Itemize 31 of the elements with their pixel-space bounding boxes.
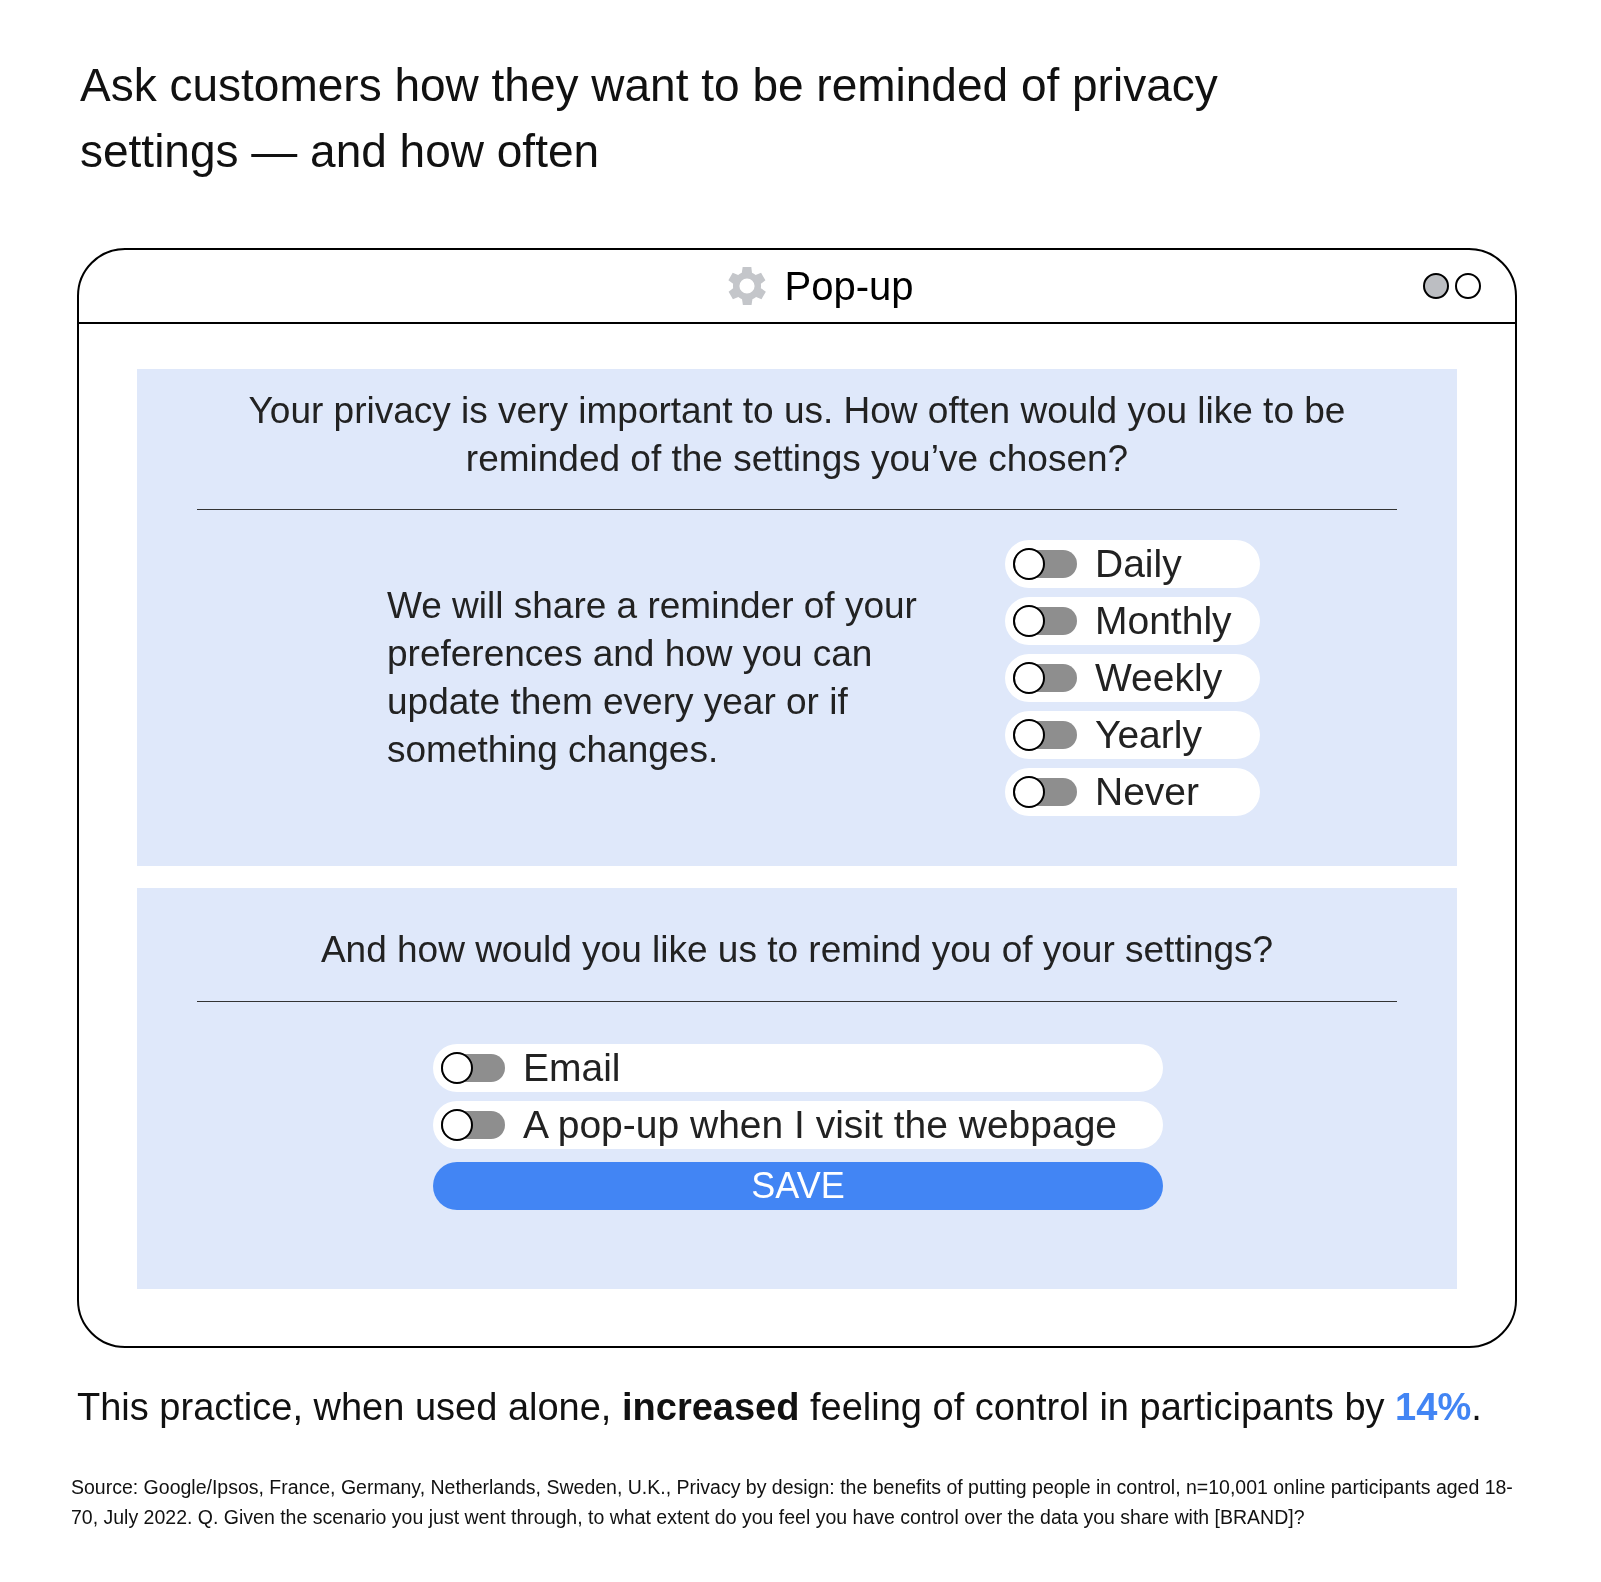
option-label: Yearly xyxy=(1095,711,1202,758)
toggle-switch[interactable] xyxy=(441,1054,505,1082)
toggle-option[interactable]: Never xyxy=(1005,768,1260,816)
option-label: Daily xyxy=(1095,540,1182,587)
toggle-switch[interactable] xyxy=(1013,550,1077,578)
toggle-switch[interactable] xyxy=(441,1111,505,1139)
option-label: Weekly xyxy=(1095,654,1223,701)
toggle-switch[interactable] xyxy=(1013,778,1077,806)
toggle-option[interactable]: Monthly xyxy=(1005,597,1260,645)
question-text: Your privacy is very important to us. How often would you like to be reminded of the settings you’ve chosen? xyxy=(197,387,1397,510)
toggle-option[interactable]: Daily xyxy=(1005,540,1260,588)
toggle-option[interactable]: Email xyxy=(433,1044,1163,1092)
toggle-switch[interactable] xyxy=(1013,721,1077,749)
finding-sentence: This practice, when used alone, increased feeling of control in participants by 14%. xyxy=(77,1385,1483,1430)
toggle-switch[interactable] xyxy=(1013,607,1077,635)
toggle-switch[interactable] xyxy=(1013,664,1077,692)
question-text: And how would you like us to remind you of your settings? xyxy=(197,926,1397,1002)
toggle-option[interactable]: A pop-up when I visit the webpage xyxy=(433,1101,1163,1149)
option-label: Monthly xyxy=(1095,597,1232,644)
window-title: Pop-up xyxy=(784,263,914,310)
description-text: We will share a reminder of your preferences and how you can update them every year or if something changes. xyxy=(387,584,918,772)
toggle-option[interactable]: Weekly xyxy=(1005,654,1260,702)
window-control[interactable] xyxy=(1423,273,1449,299)
page-heading: Ask customers how they want to be reminded of privacy settings — and how often xyxy=(80,58,1219,179)
toggle-option[interactable]: Yearly xyxy=(1005,711,1260,759)
save-button[interactable]: SAVE xyxy=(433,1162,1163,1210)
window-control[interactable] xyxy=(1455,273,1481,299)
option-label: Email xyxy=(523,1044,621,1091)
source-note: Source: Google/Ipsos, France, Germany, Netherlands, Sweden, U.K., Privacy by design: the benefits of putting people in control, n=10,001 online participants aged 18-70, July 2022. Q. Given the scenario you just went through, to what extent do you feel you have control over the data you share with [BRAND]? xyxy=(71,1475,1514,1530)
option-label: A pop-up when I visit the webpage xyxy=(523,1101,1118,1148)
option-label: Never xyxy=(1095,768,1200,815)
